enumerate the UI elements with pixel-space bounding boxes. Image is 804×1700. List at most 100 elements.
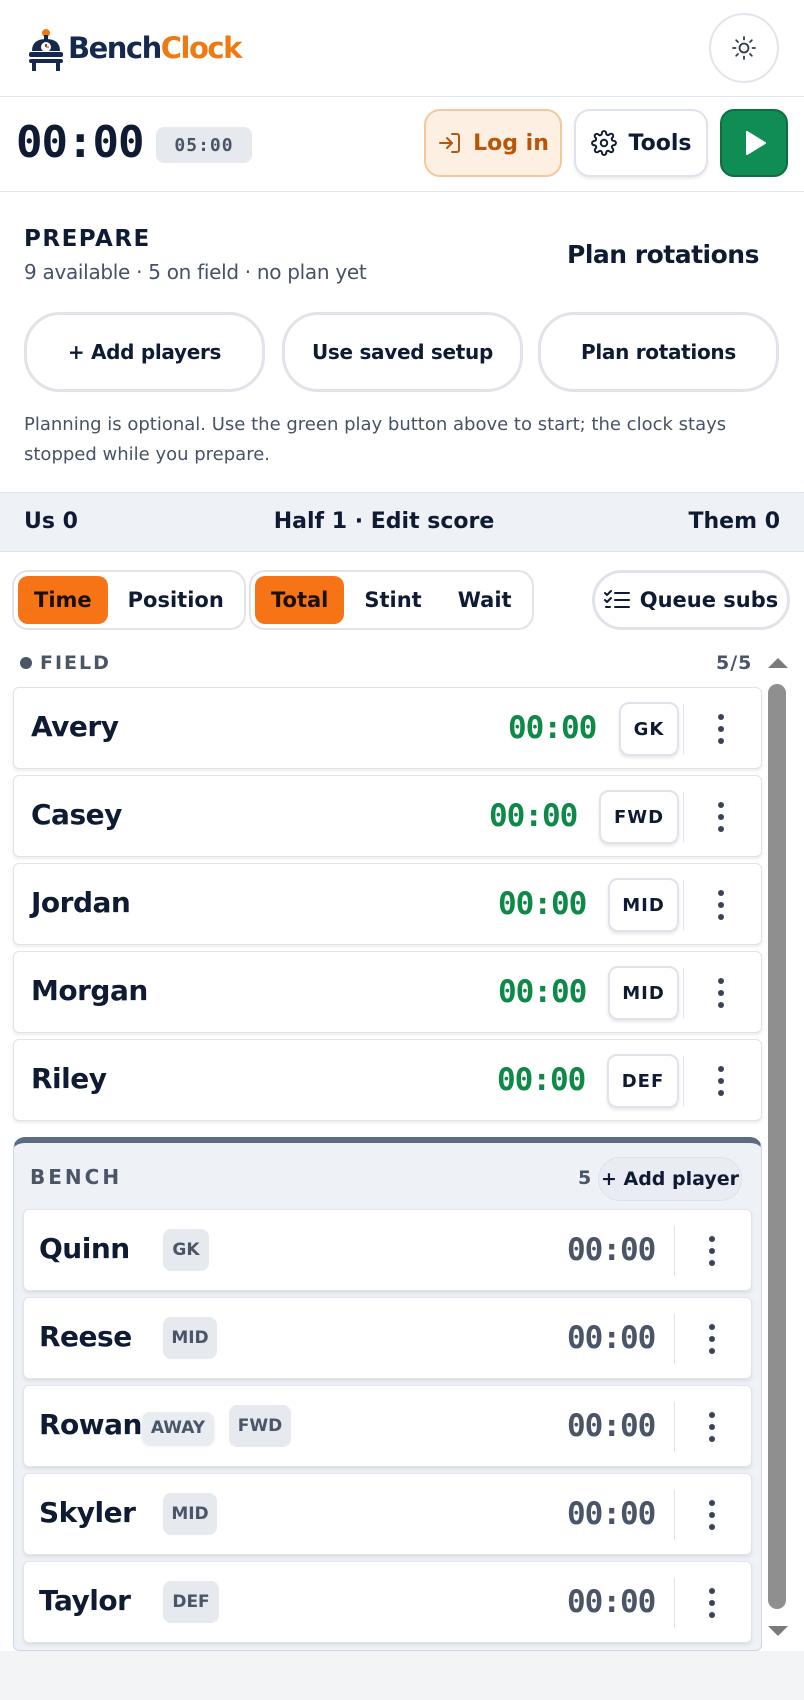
player-time: 00:00 <box>498 886 587 922</box>
kebab-menu-icon[interactable] <box>707 1588 717 1618</box>
position-button[interactable]: MID <box>608 878 679 932</box>
position-button[interactable]: GK <box>619 702 679 756</box>
sun-icon <box>732 36 756 60</box>
away-status-badge[interactable]: AWAY <box>142 1412 214 1444</box>
player-name: Skyler <box>39 1496 136 1529</box>
player-time: 00:00 <box>567 1584 656 1620</box>
prepare-note: Planning is optional. Use the green play… <box>24 414 727 465</box>
prepare-summary: 9 available · 5 on field · no plan yet <box>24 260 367 284</box>
scrollbar-thumb[interactable] <box>768 684 786 1609</box>
brand-name: BenchClock <box>68 31 242 65</box>
row-divider <box>674 1226 675 1276</box>
kebab-menu-icon[interactable] <box>707 1324 717 1354</box>
metric-toggle-stint[interactable]: Stint <box>348 576 437 624</box>
kebab-menu-icon[interactable] <box>716 890 726 920</box>
player-time: 00:00 <box>489 798 578 834</box>
metric-toggle: Total Stint Wait <box>249 570 534 630</box>
plan-rotations-button[interactable]: Plan rotations <box>538 312 779 392</box>
logo-mascot-icon <box>29 29 63 71</box>
login-label: Log in <box>473 130 549 156</box>
row-divider <box>674 1490 675 1540</box>
player-time: 00:00 <box>498 974 587 1010</box>
kebab-menu-icon[interactable] <box>716 714 726 744</box>
field-player-row[interactable]: Casey 00:00 FWD <box>13 775 762 857</box>
row-divider <box>674 1402 675 1452</box>
player-name: Casey <box>31 798 122 831</box>
period-length-pill[interactable]: 05:00 <box>156 127 252 163</box>
player-name: Reese <box>39 1320 132 1353</box>
field-player-row[interactable]: Morgan 00:00 MID <box>13 951 762 1033</box>
position-button[interactable]: DEF <box>607 1054 679 1108</box>
player-name: Avery <box>31 710 119 743</box>
position-button[interactable]: FWD <box>599 790 679 844</box>
game-clock[interactable]: 00:00 <box>16 117 144 168</box>
row-divider <box>683 1056 684 1106</box>
tools-button[interactable]: Tools <box>574 109 708 177</box>
player-time: 00:00 <box>567 1320 656 1356</box>
position-tag: FWD <box>229 1405 291 1447</box>
player-time: 00:00 <box>567 1408 656 1444</box>
player-time: 00:00 <box>567 1496 656 1532</box>
clock-bar: 00:00 05:00 Log in Tools <box>0 97 804 192</box>
kebab-menu-icon[interactable] <box>707 1236 717 1266</box>
brand-logo[interactable]: BenchClock <box>26 24 242 72</box>
player-name: Rowan <box>39 1408 143 1441</box>
add-player-button[interactable]: + Add player <box>598 1157 742 1201</box>
login-button[interactable]: Log in <box>424 109 562 177</box>
field-player-row[interactable]: Riley 00:00 DEF <box>13 1039 762 1121</box>
row-divider <box>674 1314 675 1364</box>
metric-toggle-wait[interactable]: Wait <box>442 576 528 624</box>
view-toggle-position[interactable]: Position <box>112 576 240 624</box>
queue-subs-button[interactable]: Queue subs <box>592 570 790 630</box>
position-button[interactable]: MID <box>608 966 679 1020</box>
prepare-panel: PREPARE 9 available · 5 on field · no pl… <box>0 192 804 492</box>
edit-score-button[interactable]: Half 1 · Edit score <box>0 509 768 534</box>
kebab-menu-icon[interactable] <box>716 802 726 832</box>
field-count: 5/5 <box>716 652 753 674</box>
bench-panel: BENCH 5 + Add player Quinn GK 00:00 Rees… <box>13 1137 762 1651</box>
queue-list-icon <box>603 590 630 608</box>
field-player-row[interactable]: Jordan 00:00 MID <box>13 863 762 945</box>
bench-player-row[interactable]: Taylor DEF 00:00 <box>23 1561 752 1643</box>
kebab-menu-icon[interactable] <box>716 1066 726 1096</box>
player-name: Jordan <box>31 886 131 919</box>
bench-player-row[interactable]: Rowan AWAY FWD 00:00 <box>23 1385 752 1467</box>
kebab-menu-icon[interactable] <box>716 978 726 1008</box>
bench-count: 5 <box>578 1167 592 1189</box>
player-time: 00:00 <box>508 710 597 746</box>
view-toggle: Time Position <box>12 570 246 630</box>
player-time: 00:00 <box>497 1062 586 1098</box>
field-title: FIELD <box>40 652 111 674</box>
row-divider <box>683 792 684 842</box>
play-button[interactable] <box>720 109 788 177</box>
field-section-header: FIELD <box>20 652 111 674</box>
play-icon <box>746 131 766 155</box>
bench-player-row[interactable]: Skyler MID 00:00 <box>23 1473 752 1555</box>
scroll-down-icon[interactable] <box>768 1626 788 1636</box>
bench-player-row[interactable]: Quinn GK 00:00 <box>23 1209 752 1291</box>
player-name: Riley <box>31 1062 107 1095</box>
scroll-up-icon[interactable] <box>768 658 788 668</box>
kebab-menu-icon[interactable] <box>707 1500 717 1530</box>
row-divider <box>683 704 684 754</box>
score-bar: Us 0 Half 1 · Edit score Them 0 <box>0 492 804 552</box>
position-tag: GK <box>163 1229 209 1271</box>
field-player-row[interactable]: Avery 00:00 GK <box>13 687 762 769</box>
plan-rotations-link[interactable]: Plan rotations <box>567 240 759 269</box>
view-toggle-time[interactable]: Time <box>18 576 108 624</box>
row-divider <box>683 968 684 1018</box>
position-tag: DEF <box>163 1581 219 1623</box>
queue-subs-label: Queue subs <box>639 588 779 612</box>
theme-toggle-button[interactable] <box>709 13 779 83</box>
use-saved-setup-button[interactable]: Use saved setup <box>282 312 523 392</box>
page-footer-background <box>0 1651 804 1700</box>
row-divider <box>674 1578 675 1628</box>
add-players-button[interactable]: + Add players <box>24 312 265 392</box>
score-them: Them 0 <box>688 509 780 534</box>
kebab-menu-icon[interactable] <box>707 1412 717 1442</box>
brand-name-bench: Bench <box>68 31 162 65</box>
row-divider <box>683 880 684 930</box>
metric-toggle-total[interactable]: Total <box>255 576 345 624</box>
bench-player-row[interactable]: Reese MID 00:00 <box>23 1297 752 1379</box>
position-tag: MID <box>163 1317 217 1359</box>
